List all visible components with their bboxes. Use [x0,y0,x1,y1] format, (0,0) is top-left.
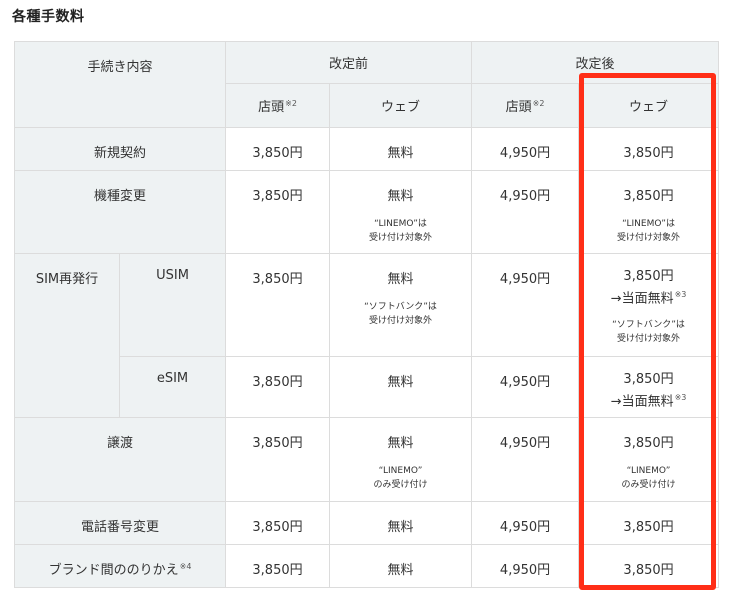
before-web-fee: 無料 “ソフトバンク”は 受け付け対象外 [329,253,473,357]
after-web-fee: 3,850円 →当面無料※3 “ソフトバンク”は 受け付け対象外 [578,253,720,357]
after-web-fee: 3,850円 “LINEMO”は 受け付け対象外 [578,170,720,254]
after-web-header: ウェブ [578,83,720,128]
after-store-fee: 4,950円 [471,170,580,254]
row-label: ブランド間ののりかえ※4 [13,544,227,588]
table-row-number-change: 電話番号変更 3,850円 無料 4,950円 3,850円 [13,501,720,545]
table-row-new-contract: 新規契約 3,850円 無料 4,950円 3,850円 [13,127,720,171]
before-store-fee: 3,850円 [225,417,331,502]
before-web-fee: 無料 [329,544,473,588]
before-store-fee: 3,850円 [225,501,331,545]
table-row-esim: eSIM 3,850円 無料 4,950円 3,850円 →当面無料※3 [15,356,720,418]
before-web-fee: 無料 [329,127,473,171]
after-web-fee: 3,850円 [578,544,720,588]
before-web-fee: 無料 “LINEMO” のみ受け付け [329,417,473,502]
procedure-header: 手続き内容 [13,41,227,128]
row-label: 機種変更 [13,170,227,254]
after-store-fee: 4,950円 [471,544,580,588]
row-label: 新規契約 [13,127,227,171]
row-label-sim-reissue: SIM再発行 [14,253,120,418]
row-label: 譲渡 [13,417,227,502]
before-web-fee: 無料 [329,501,473,545]
after-web-fee: 3,850円 “LINEMO” のみ受け付け [578,417,720,502]
after-web-fee: 3,850円 [578,501,720,545]
table-row-brand-switch: ブランド間ののりかえ※4 3,850円 無料 4,950円 3,850円 [13,544,720,588]
table-row-usim: SIM再発行 USIM 3,850円 無料 “ソフトバンク”は 受け付け対象外 4… [14,253,720,418]
before-web-fee: 無料 [329,356,473,418]
after-store-fee: 4,950円 [471,127,580,171]
table-row-transfer: 譲渡 3,850円 無料 “LINEMO” のみ受け付け 4,950円 3,850… [13,417,720,502]
header-row-1: 手続き内容 改定前 改定後 [13,41,720,128]
before-web-header: ウェブ [329,83,473,128]
after-store-fee: 4,950円 [471,253,580,357]
before-header: 改定前 [225,41,473,84]
row-label: 電話番号変更 [13,501,227,545]
before-web-fee: 無料 “LINEMO”は 受け付け対象外 [329,170,473,254]
after-web-fee: 3,850円 →当面無料※3 [578,356,720,418]
after-store-fee: 4,950円 [471,356,580,418]
before-store-fee: 3,850円 [225,127,331,171]
row-sublabel-usim: USIM [118,253,227,357]
row-sublabel-esim: eSIM [118,356,227,418]
before-store-fee: 3,850円 [225,544,331,588]
fee-table: 手続き内容 改定前 改定後 店頭※2 ウェブ 店頭※2 ウェブ 新規契約 3,8… [13,41,720,588]
table-row-model-change: 機種変更 3,850円 無料 “LINEMO”は 受け付け対象外 4,950円 3… [13,170,720,254]
page-title: 各種手数料 [12,9,85,25]
after-store-fee: 4,950円 [471,417,580,502]
after-web-fee: 3,850円 [578,127,720,171]
after-store-header: 店頭※2 [471,83,580,128]
after-store-fee: 4,950円 [471,501,580,545]
after-header: 改定後 [471,41,720,84]
before-store-fee: 3,850円 [225,170,331,254]
before-store-fee: 3,850円 [225,253,331,357]
before-store-header: 店頭※2 [225,83,331,128]
before-store-fee: 3,850円 [225,356,331,418]
